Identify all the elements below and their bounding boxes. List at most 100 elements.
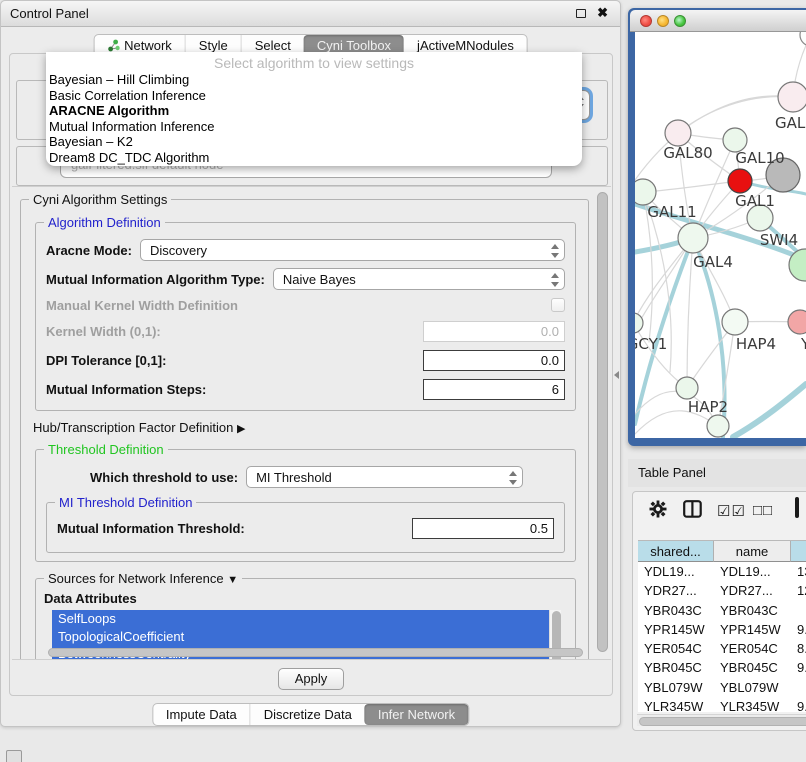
table-row[interactable]: YBL079WYBL079W (638, 678, 806, 697)
tab-label: Style (199, 38, 228, 53)
network-node[interactable] (665, 120, 691, 146)
table-cell: YBR045C (714, 658, 791, 677)
column-header[interactable] (791, 541, 806, 562)
network-node[interactable] (778, 82, 806, 112)
mi-steps-label: Mutual Information Steps: (46, 382, 206, 397)
settings-horizontal-scrollbar[interactable] (48, 648, 588, 658)
aracne-mode-combobox[interactable]: Discovery (140, 239, 565, 261)
select-all-checks-icon[interactable]: ☑☑ (717, 502, 746, 520)
table-row[interactable]: YER054CYER054C8. (638, 639, 806, 658)
table-cell: YER054C (638, 639, 714, 658)
mi-threshold-field[interactable]: 0.5 (412, 518, 554, 539)
network-view-window: GALGAL80GAL10GAL1GAL11SWI4GAL4GCY1HAP4YH… (628, 8, 806, 446)
close-traffic-light-icon[interactable] (640, 15, 652, 27)
network-node-label: GAL10 (735, 149, 784, 167)
network-node-label: GAL11 (647, 203, 696, 221)
table-row[interactable]: YDL19...YDL19...13 (638, 562, 806, 581)
network-node-label: GAL4 (693, 253, 733, 271)
table-cell (791, 601, 806, 620)
which-threshold-label: Which threshold to use: (90, 470, 238, 485)
tab-discretize-data[interactable]: Discretize Data (250, 704, 365, 725)
column-header[interactable]: shared... (638, 541, 714, 562)
settings-scrollpane: Cyni Algorithm Settings Algorithm Defini… (12, 186, 611, 660)
algorithm-option[interactable]: Bayesian – Hill Climbing (46, 72, 582, 88)
minimize-traffic-light-icon[interactable] (657, 15, 669, 27)
settings-vertical-scrollbar[interactable] (597, 192, 608, 652)
tab-label: Impute Data (166, 707, 237, 722)
mi-threshold-title: MI Threshold Definition (55, 495, 196, 510)
new-table-icon[interactable] (795, 499, 799, 517)
table-cell: YBR045C (638, 658, 714, 677)
network-node[interactable] (635, 313, 643, 333)
table-panel: ☑☑ □□ shared...name YDL19...YDL19...13YD… (628, 487, 806, 737)
zoom-traffic-light-icon[interactable] (674, 15, 686, 27)
tab-impute-data[interactable]: Impute Data (153, 704, 250, 725)
table-row[interactable]: YLR345WYLR345W9. (638, 697, 806, 712)
network-node-label: GAL1 (735, 192, 775, 210)
table-panel-title: Table Panel (638, 465, 706, 480)
table-cell: YDL19... (638, 562, 714, 581)
cyni-algorithm-settings-title: Cyni Algorithm Settings (29, 192, 171, 207)
manual-kernel-checkbox[interactable] (551, 298, 565, 312)
network-node[interactable] (800, 32, 806, 46)
table-horizontal-scrollbar[interactable] (637, 714, 806, 726)
network-canvas-svg: GALGAL80GAL10GAL1GAL11SWI4GAL4GCY1HAP4YH… (635, 32, 806, 438)
data-attributes-label: Data Attributes (44, 591, 575, 606)
node-attribute-table[interactable]: shared...name YDL19...YDL19...13YDR27...… (638, 540, 806, 712)
columns-icon[interactable] (683, 500, 702, 523)
close-icon[interactable]: ✖ (597, 5, 608, 21)
table-cell (791, 678, 806, 697)
network-edge[interactable] (643, 181, 740, 192)
table-cell: YLR345W (714, 697, 791, 712)
float-window-icon[interactable] (576, 9, 586, 18)
table-cell: 13 (791, 562, 806, 581)
cyni-bottom-tabs: Impute Data Discretize DataInfer Network (152, 703, 469, 726)
bottom-left-widget[interactable] (6, 750, 22, 762)
kernel-width-field[interactable]: 0.0 (423, 321, 565, 342)
which-threshold-combobox[interactable]: MI Threshold (246, 466, 523, 488)
network-canvas[interactable]: GALGAL80GAL10GAL1GAL11SWI4GAL4GCY1HAP4YH… (635, 32, 806, 438)
mi-type-combobox[interactable]: Naive Bayes (273, 268, 565, 290)
attribute-list-item[interactable]: SelfLoops (52, 610, 561, 628)
network-edge-highlighted[interactable] (733, 384, 806, 437)
hub-definition-toggle[interactable]: Hub/Transcription Factor Definition ▶ (33, 420, 588, 435)
mi-threshold-group: MI Threshold Definition Mutual Informati… (46, 502, 565, 553)
splitter-collapse-icon[interactable] (614, 371, 619, 379)
which-threshold-value: MI Threshold (256, 470, 332, 485)
sources-title-text: Sources for Network Inference (48, 571, 224, 586)
gear-icon[interactable] (649, 500, 667, 523)
network-node[interactable] (728, 169, 752, 193)
algorithm-option[interactable]: Bayesian – K2 (46, 134, 582, 150)
control-panel-window: Control Panel ✖ NetworkStyleSelectCyni T… (0, 0, 621, 727)
algorithm-definition-title: Algorithm Definition (44, 215, 165, 230)
network-node[interactable] (676, 377, 698, 399)
tab-infer-network[interactable]: Infer Network (365, 704, 468, 725)
network-node-label: HAP4 (736, 335, 776, 353)
tab-label: Cyni Toolbox (317, 38, 391, 53)
algorithm-option[interactable]: Mutual Information Inference (46, 119, 582, 135)
network-node[interactable] (788, 310, 806, 334)
table-row[interactable]: YBR043CYBR043C (638, 601, 806, 620)
network-edge[interactable] (687, 238, 693, 388)
network-node[interactable] (678, 223, 708, 253)
attribute-list-item[interactable]: TopologicalCoefficient (52, 628, 561, 646)
apply-button[interactable]: Apply (278, 668, 344, 690)
algorithm-option[interactable]: Basic Correlation Inference (46, 88, 582, 104)
algorithm-option[interactable]: ARACNE Algorithm (46, 103, 582, 119)
deselect-all-checks-icon[interactable]: □□ (753, 502, 773, 519)
column-header[interactable]: name (714, 541, 791, 562)
sources-title[interactable]: Sources for Network Inference ▼ (44, 571, 242, 586)
chevron-right-icon: ▶ (237, 423, 245, 435)
network-node[interactable] (635, 179, 656, 205)
mi-steps-field[interactable]: 6 (423, 379, 565, 400)
table-row[interactable]: YPR145WYPR145W9. (638, 620, 806, 639)
table-row[interactable]: YDR27...YDR27...12 (638, 581, 806, 600)
table-row[interactable]: YBR045CYBR045C9. (638, 658, 806, 677)
algorithm-option[interactable]: Dream8 DC_TDC Algorithm (46, 150, 582, 166)
network-node[interactable] (707, 415, 729, 437)
network-node-label: GCY1 (635, 335, 667, 353)
network-node-label: HAP2 (688, 398, 728, 416)
network-node-label: GAL (775, 114, 806, 132)
dpi-tolerance-field[interactable]: 0.0 (423, 350, 565, 371)
network-node[interactable] (722, 309, 748, 335)
